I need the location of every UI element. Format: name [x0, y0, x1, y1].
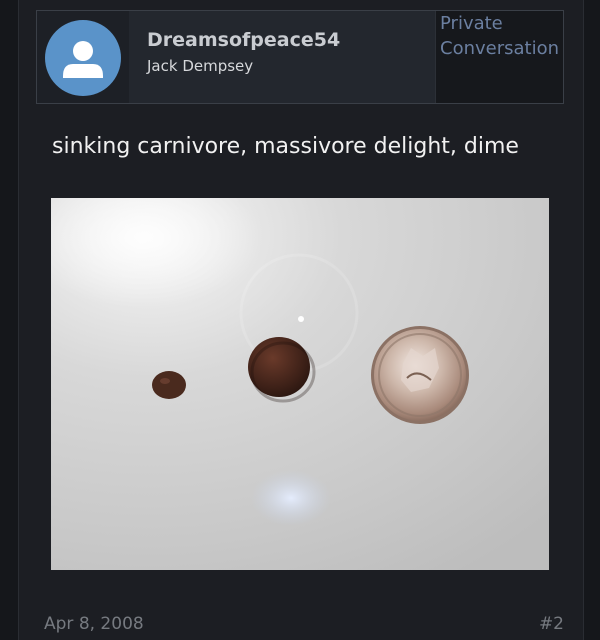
- private-conversation-label[interactable]: Private Conversation: [440, 11, 564, 61]
- avatar[interactable]: [45, 20, 121, 96]
- attached-photo[interactable]: [51, 198, 549, 570]
- avatar-cell: [37, 11, 129, 103]
- post-date: Apr 8, 2008: [44, 614, 144, 634]
- user-silhouette-icon: [63, 41, 103, 78]
- user-info: Dreamsofpeace54 Jack Dempsey: [147, 27, 340, 77]
- photo-pellets-and-dime: [51, 198, 549, 570]
- username-link[interactable]: Dreamsofpeace54: [147, 27, 340, 53]
- post-message: sinking carnivore, massivore delight, di…: [52, 134, 519, 159]
- post-number-link[interactable]: #2: [539, 612, 564, 636]
- page: Dreamsofpeace54 Jack Dempsey Private Con…: [0, 0, 600, 640]
- private-conversation-cell: Private Conversation: [435, 11, 563, 103]
- post-user-bar: Dreamsofpeace54 Jack Dempsey Private Con…: [36, 10, 564, 104]
- user-title: Jack Dempsey: [147, 57, 254, 75]
